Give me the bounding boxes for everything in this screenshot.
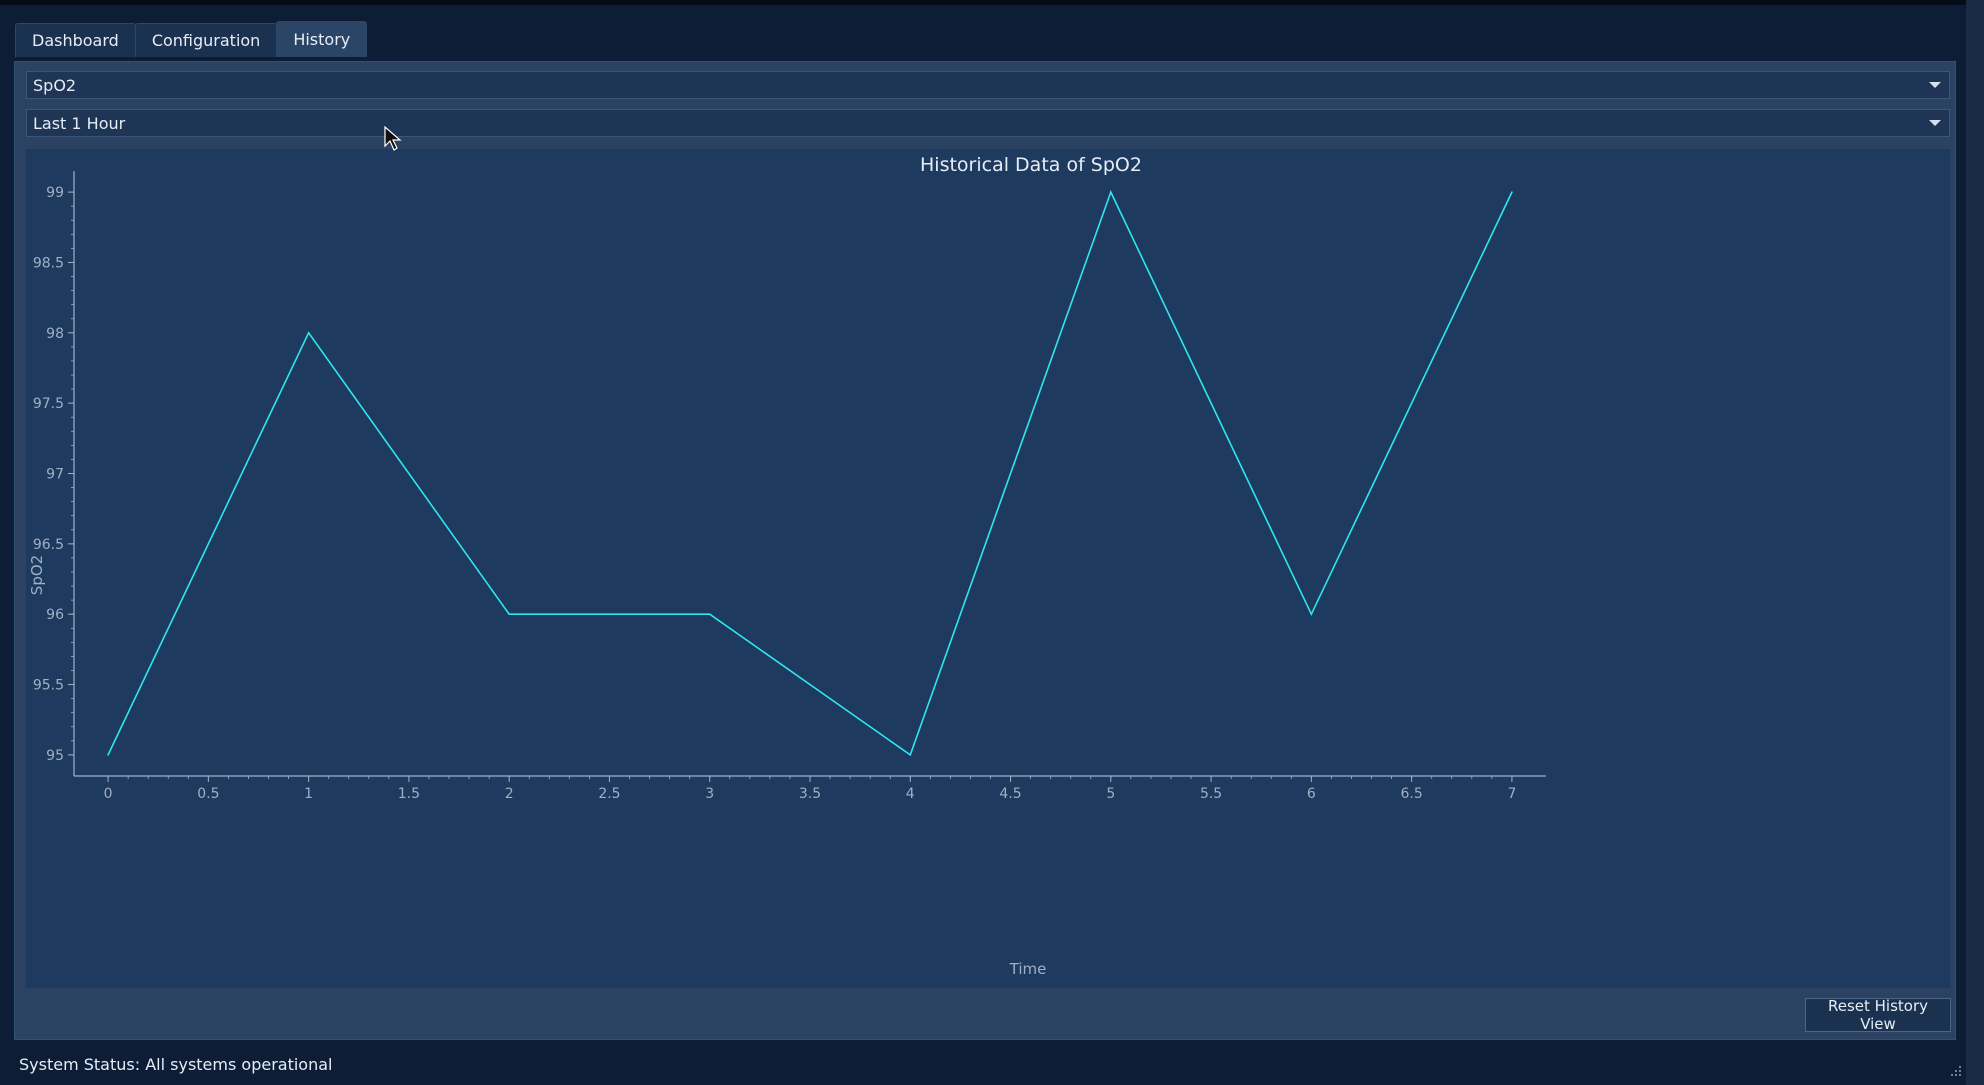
data-point bbox=[508, 613, 510, 615]
x-tick-label: 3.5 bbox=[799, 786, 821, 802]
data-point bbox=[708, 613, 711, 615]
tab-history[interactable]: History bbox=[276, 21, 368, 57]
x-tick-label: 1.5 bbox=[398, 786, 420, 802]
x-tick-label: 0.5 bbox=[197, 786, 219, 802]
chevron-down-icon[interactable] bbox=[1929, 82, 1941, 88]
x-tick-label: 5.5 bbox=[1200, 786, 1222, 802]
tab-configuration[interactable]: Configuration bbox=[134, 23, 278, 57]
x-tick-label: 2.5 bbox=[598, 786, 620, 802]
x-tick-label: 2 bbox=[505, 786, 514, 802]
data-point bbox=[1310, 613, 1313, 615]
y-tick-label: 99 bbox=[46, 185, 64, 201]
y-tick-label: 97.5 bbox=[33, 396, 64, 412]
time-range-select-value: Last 1 Hour bbox=[33, 113, 126, 133]
y-tick-label: 97 bbox=[46, 467, 64, 483]
data-point bbox=[307, 332, 310, 334]
x-tick-label: 4.5 bbox=[999, 786, 1021, 802]
time-range-select[interactable]: Last 1 Hour bbox=[26, 109, 1950, 137]
chart-axes: 0 0.5 1 1.5 2 2.5 3 3.5 4 4.5 5 5.5 6 6.5 7 95 95.5 96 96.… bbox=[33, 171, 1546, 802]
x-tick-label: 0 bbox=[104, 786, 113, 802]
data-point bbox=[909, 754, 912, 756]
data-point bbox=[107, 754, 109, 756]
mouse-cursor-icon bbox=[384, 126, 402, 151]
app-window: Dashboard Configuration History SpO2 Las… bbox=[0, 5, 1984, 1085]
y-tick-label: 98 bbox=[46, 326, 64, 342]
status-bar-text: System Status: All systems operational bbox=[19, 1055, 333, 1074]
y-tick-label: 96.5 bbox=[33, 537, 64, 553]
series-line bbox=[107, 190, 1513, 757]
y-tick-label: 95.5 bbox=[33, 678, 64, 694]
reset-history-view-button[interactable]: Reset History View bbox=[1805, 997, 1951, 1033]
resize-grip-icon[interactable] bbox=[1950, 1065, 1962, 1077]
tab-bar: Dashboard Configuration History bbox=[15, 21, 368, 57]
chevron-down-icon[interactable] bbox=[1929, 120, 1941, 126]
data-point bbox=[1110, 191, 1112, 193]
y-tick-label: 98.5 bbox=[33, 255, 64, 271]
y-tick-label: 96 bbox=[46, 607, 64, 623]
x-tick-label: 4 bbox=[906, 786, 915, 802]
y-tick-label: 95 bbox=[46, 748, 64, 764]
x-tick-label: 7 bbox=[1507, 786, 1516, 802]
history-panel: SpO2 Last 1 Hour Historical Data of SpO2… bbox=[14, 61, 1956, 1040]
x-tick-label: 6.5 bbox=[1401, 786, 1423, 802]
x-tick-label: 6 bbox=[1307, 786, 1316, 802]
window-edge bbox=[1966, 0, 1984, 1085]
chart-plot-area bbox=[107, 190, 1513, 757]
data-point bbox=[1511, 191, 1513, 193]
x-tick-label: 3 bbox=[705, 786, 714, 802]
x-tick-label: 1 bbox=[304, 786, 313, 802]
y-axis-label: SpO2 bbox=[28, 555, 46, 595]
history-chart[interactable]: Historical Data of SpO2 SpO2 Time 0 0.5 1 1… bbox=[26, 149, 1950, 988]
x-tick-label: 5 bbox=[1106, 786, 1115, 802]
parameter-select-value: SpO2 bbox=[33, 75, 77, 95]
tab-dashboard[interactable]: Dashboard bbox=[15, 23, 136, 57]
parameter-select[interactable]: SpO2 bbox=[26, 71, 1950, 99]
chart-canvas: Historical Data of SpO2 SpO2 Time 0 0.5 1 1… bbox=[28, 154, 1546, 978]
x-axis-label: Time bbox=[1009, 960, 1047, 978]
chart-title: Historical Data of SpO2 bbox=[920, 154, 1142, 176]
